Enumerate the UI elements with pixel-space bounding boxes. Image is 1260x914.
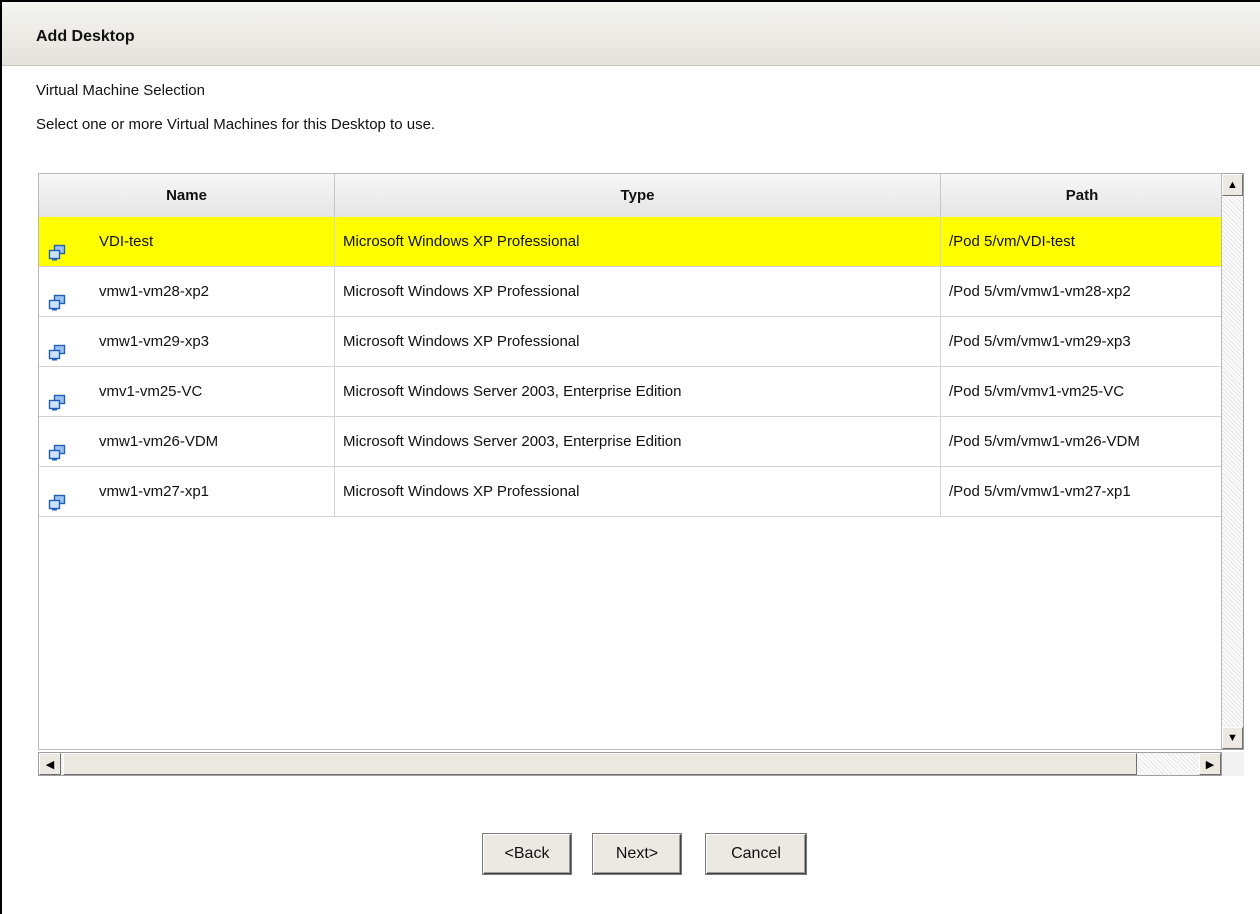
horizontal-scroll-thumb[interactable]: [63, 753, 1137, 775]
scroll-left-button[interactable]: ◀: [39, 753, 61, 775]
table-row[interactable]: VDI-test Microsoft Windows XP Professiona…: [39, 217, 1221, 267]
instruction-text: Select one or more Virtual Machines for …: [36, 116, 436, 133]
cell-type: Microsoft Windows XP Professional: [335, 217, 941, 267]
vertical-scrollbar[interactable]: ▲ ▼: [1222, 173, 1244, 750]
cell-path: /Pod 5/vm/vmw1-vm29-xp3: [949, 333, 1131, 350]
table-row[interactable]: vmw1-vm27-xp1 Microsoft Windows XP Profes…: [39, 467, 1221, 517]
cell-path: /Pod 5/vm/vmw1-vm26-VDM: [949, 433, 1140, 450]
scroll-up-button[interactable]: ▲: [1222, 174, 1243, 196]
table-row[interactable]: vmw1-vm26-VDM Microsoft Windows Server 20…: [39, 417, 1221, 467]
cell-name: vmw1-vm27-xp1: [39, 467, 335, 517]
scrollbar-corner: [1222, 752, 1244, 776]
next-button[interactable]: Next>: [593, 834, 681, 874]
cell-name: vmw1-vm29-xp3: [39, 317, 335, 367]
cell-path: /Pod 5/vm/VDI-test: [949, 233, 1075, 250]
vm-name: vmw1-vm29-xp3: [99, 333, 210, 350]
vm-name: vmw1-vm27-xp1: [99, 483, 210, 500]
table-row[interactable]: vmw1-vm29-xp3 Microsoft Windows XP Profes…: [39, 317, 1221, 367]
virtual-machine-icon: [48, 333, 66, 361]
column-header-name[interactable]: Name: [39, 174, 335, 217]
scroll-right-arrow-icon: ▶: [1205, 758, 1215, 771]
cancel-button[interactable]: Cancel: [706, 834, 806, 874]
cell-type: Microsoft Windows XP Professional: [335, 317, 941, 367]
virtual-machine-icon: [48, 433, 66, 461]
cell-type: Microsoft Windows Server 2003, Enterpris…: [335, 417, 941, 467]
cell-name: vmv1-vm25-VC: [39, 367, 335, 417]
section-heading: Virtual Machine Selection: [36, 82, 205, 99]
scroll-down-arrow-icon: ▼: [1227, 732, 1238, 744]
scroll-up-arrow-icon: ▲: [1227, 179, 1238, 191]
scroll-down-button[interactable]: ▼: [1222, 727, 1243, 749]
virtual-machine-icon: [48, 483, 66, 511]
horizontal-scrollbar[interactable]: ◀ ▶: [38, 752, 1222, 776]
column-header-type[interactable]: Type: [335, 174, 941, 217]
cell-type: Microsoft Windows XP Professional: [335, 267, 941, 317]
scroll-right-button[interactable]: ▶: [1199, 753, 1221, 775]
scroll-left-arrow-icon: ◀: [45, 758, 55, 771]
table-header: Name Type Path: [39, 174, 1221, 218]
column-header-path[interactable]: Path: [941, 174, 1221, 217]
cell-type: Microsoft Windows Server 2003, Enterpris…: [335, 367, 941, 417]
cell-path: /Pod 5/vm/vmw1-vm27-xp1: [949, 483, 1131, 500]
vm-name: VDI-test: [99, 233, 154, 250]
cell-name: vmw1-vm28-xp2: [39, 267, 335, 317]
vm-name: vmw1-vm26-VDM: [99, 433, 219, 450]
vm-name: vmv1-vm25-VC: [99, 383, 203, 400]
cell-name: VDI-test: [39, 217, 335, 267]
virtual-machine-icon: [48, 233, 66, 261]
cell-path: /Pod 5/vm/vmw1-vm28-xp2: [949, 283, 1131, 300]
cell-path: /Pod 5/vm/vmv1-vm25-VC: [949, 383, 1125, 400]
back-button[interactable]: <Back: [483, 834, 571, 874]
cell-type: Microsoft Windows XP Professional: [335, 467, 941, 517]
dialog-title: Add Desktop: [36, 28, 135, 45]
cell-name: vmw1-vm26-VDM: [39, 417, 335, 467]
vm-name: vmw1-vm28-xp2: [99, 283, 210, 300]
vm-table: Name Type Path VDI-test Microsoft Windows…: [38, 173, 1222, 750]
dialog-title-bar: Add Desktop: [2, 2, 1260, 66]
virtual-machine-icon: [48, 283, 66, 311]
table-row[interactable]: vmw1-vm28-xp2 Microsoft Windows XP Profes…: [39, 267, 1221, 317]
virtual-machine-icon: [48, 383, 66, 411]
table-row[interactable]: vmv1-vm25-VC Microsoft Windows Server 200…: [39, 367, 1221, 417]
